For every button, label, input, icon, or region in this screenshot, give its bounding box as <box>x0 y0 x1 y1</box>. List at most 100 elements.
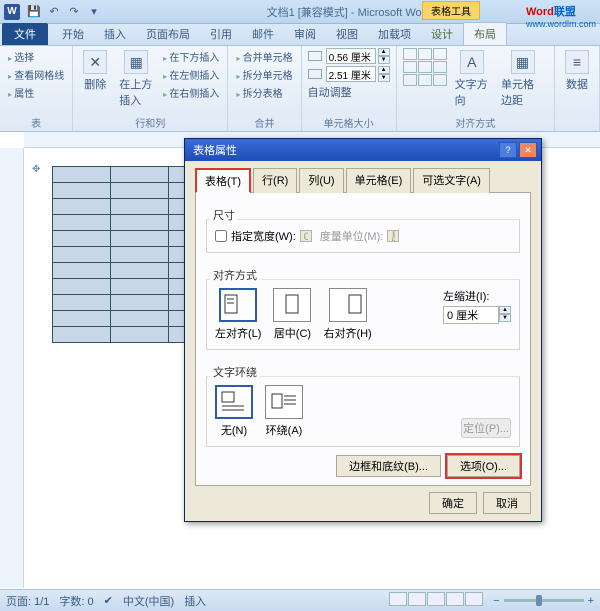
cell-margins-button[interactable]: ▦单元格边距 <box>497 48 548 110</box>
split-cells-button[interactable]: 拆分单元格 <box>234 66 294 83</box>
unit-label: 度量单位(M): <box>320 228 384 244</box>
insert-below-button[interactable]: 在下方插入 <box>161 48 221 65</box>
zoom-slider[interactable] <box>504 599 584 602</box>
quick-access-toolbar: 💾 ↶ ↷ ▾ <box>26 4 102 20</box>
delete-icon: ✕ <box>83 50 107 74</box>
group-table: 选择 查看网格线 属性 表 <box>0 46 73 131</box>
zoom-control[interactable]: −+ <box>493 595 594 607</box>
align-center-option[interactable]: 居中(C) <box>273 288 311 341</box>
select-button[interactable]: 选择 <box>6 48 66 65</box>
col-width-input[interactable] <box>326 66 376 82</box>
insert-right-button[interactable]: 在右侧插入 <box>161 84 221 101</box>
row-height-icon <box>308 51 322 61</box>
data-button[interactable]: ≡数据 <box>561 48 593 94</box>
group-label: 对齐方式 <box>403 114 548 131</box>
group-label: 合并 <box>234 114 294 131</box>
group-rows-cols: ✕删除 ▦在上方插入 在下方插入 在左侧插入 在右侧插入 行和列 <box>73 46 228 131</box>
spin-up[interactable]: ▲ <box>499 306 511 314</box>
specify-width-checkbox[interactable] <box>215 230 227 242</box>
zoom-out-icon[interactable]: − <box>493 595 499 607</box>
tab-table[interactable]: 表格(T) <box>195 168 251 193</box>
wrap-none-icon <box>220 390 248 414</box>
ok-button[interactable]: 确定 <box>429 492 477 514</box>
zoom-in-icon[interactable]: + <box>588 595 594 607</box>
title-bar: W 💾 ↶ ↷ ▾ 文档1 [兼容模式] - Microsoft Word 表格… <box>0 0 600 24</box>
width-input <box>300 230 312 242</box>
tab-insert[interactable]: 插入 <box>94 23 136 45</box>
tab-mailings[interactable]: 邮件 <box>242 23 284 45</box>
spin-down[interactable]: ▼ <box>378 56 390 64</box>
tab-pagelayout[interactable]: 页面布局 <box>136 23 200 45</box>
wrap-around-icon <box>270 390 298 414</box>
align-right-icon <box>334 293 362 317</box>
tab-column[interactable]: 列(U) <box>299 168 343 193</box>
tab-view[interactable]: 视图 <box>326 23 368 45</box>
text-direction-icon: A <box>460 50 484 74</box>
text-direction-button[interactable]: A文字方向 <box>451 48 493 110</box>
ribbon-tabs: 文件 开始 插入 页面布局 引用 邮件 审阅 视图 加载项 设计 布局 <box>0 24 600 46</box>
tab-layout[interactable]: 布局 <box>463 22 507 45</box>
group-label: 单元格大小 <box>308 114 390 131</box>
tab-review[interactable]: 审阅 <box>284 23 326 45</box>
align-left-icon <box>224 293 252 317</box>
tab-file[interactable]: 文件 <box>2 23 48 45</box>
align-right-option[interactable]: 右对齐(H) <box>323 288 371 341</box>
status-insert-mode[interactable]: 插入 <box>184 593 206 609</box>
word-app-icon: W <box>4 4 20 20</box>
status-words[interactable]: 字数: 0 <box>59 593 93 609</box>
help-button[interactable]: ? <box>499 142 517 158</box>
tab-design[interactable]: 设计 <box>421 23 463 45</box>
insert-left-button[interactable]: 在左侧插入 <box>161 66 221 83</box>
delete-button[interactable]: ✕删除 <box>79 48 111 94</box>
wrap-around-option[interactable]: 环绕(A) <box>265 385 303 438</box>
dialog-titlebar[interactable]: 表格属性 ? ✕ <box>185 139 541 161</box>
insert-above-icon: ▦ <box>124 50 148 74</box>
vertical-ruler[interactable] <box>0 148 24 588</box>
properties-button[interactable]: 属性 <box>6 84 66 101</box>
spin-down[interactable]: ▼ <box>378 74 390 82</box>
align-left-option[interactable]: 左对齐(L) <box>215 288 261 341</box>
group-label: 行和列 <box>79 114 221 131</box>
tab-alttext[interactable]: 可选文字(A) <box>413 168 490 193</box>
align-grid[interactable] <box>403 48 447 86</box>
spin-up[interactable]: ▲ <box>378 66 390 74</box>
table-anchor-icon[interactable]: ✥ <box>32 164 40 175</box>
spin-down[interactable]: ▼ <box>499 314 511 322</box>
data-icon: ≡ <box>565 50 589 74</box>
redo-icon[interactable]: ↷ <box>66 4 82 20</box>
align-center-icon <box>278 293 306 317</box>
col-width-icon <box>308 69 322 79</box>
view-gridlines-button[interactable]: 查看网格线 <box>6 66 66 83</box>
spin-up[interactable]: ▲ <box>378 48 390 56</box>
split-table-button[interactable]: 拆分表格 <box>234 84 294 101</box>
specify-width-label: 指定宽度(W): <box>231 228 296 244</box>
options-button[interactable]: 选项(O)... <box>447 455 520 477</box>
status-bar: 页面: 1/1 字数: 0 ✔ 中文(中国) 插入 −+ <box>0 589 600 611</box>
save-icon[interactable]: 💾 <box>26 4 42 20</box>
close-button[interactable]: ✕ <box>519 142 537 158</box>
row-height-input[interactable] <box>326 48 376 64</box>
group-cell-size: ▲▼ ▲▼ 自动调整 单元格大小 <box>302 46 397 131</box>
group-merge: 合并单元格 拆分单元格 拆分表格 合并 <box>228 46 301 131</box>
cancel-button[interactable]: 取消 <box>483 492 531 514</box>
borders-shading-button[interactable]: 边框和底纹(B)... <box>336 455 441 477</box>
tab-references[interactable]: 引用 <box>200 23 242 45</box>
status-language[interactable]: 中文(中国) <box>123 593 174 609</box>
qat-dropdown-icon[interactable]: ▾ <box>86 4 102 20</box>
autofit-button[interactable]: 自动调整 <box>308 84 352 100</box>
status-spellcheck-icon[interactable]: ✔ <box>104 594 113 607</box>
view-buttons[interactable] <box>388 592 483 609</box>
undo-icon[interactable]: ↶ <box>46 4 62 20</box>
ribbon: 选择 查看网格线 属性 表 ✕删除 ▦在上方插入 在下方插入 在左侧插入 在右侧… <box>0 46 600 132</box>
indent-input[interactable] <box>443 306 499 324</box>
status-page[interactable]: 页面: 1/1 <box>6 593 49 609</box>
merge-cells-button[interactable]: 合并单元格 <box>234 48 294 65</box>
tab-home[interactable]: 开始 <box>52 23 94 45</box>
group-label <box>561 129 593 131</box>
tab-cell[interactable]: 单元格(E) <box>346 168 412 193</box>
insert-above-button[interactable]: ▦在上方插入 <box>115 48 157 110</box>
wrap-none-option[interactable]: 无(N) <box>215 385 253 438</box>
tab-addins[interactable]: 加载项 <box>368 23 421 45</box>
tab-row[interactable]: 行(R) <box>253 168 297 193</box>
watermark: Word联盟 www.wordlm.com <box>526 2 596 29</box>
